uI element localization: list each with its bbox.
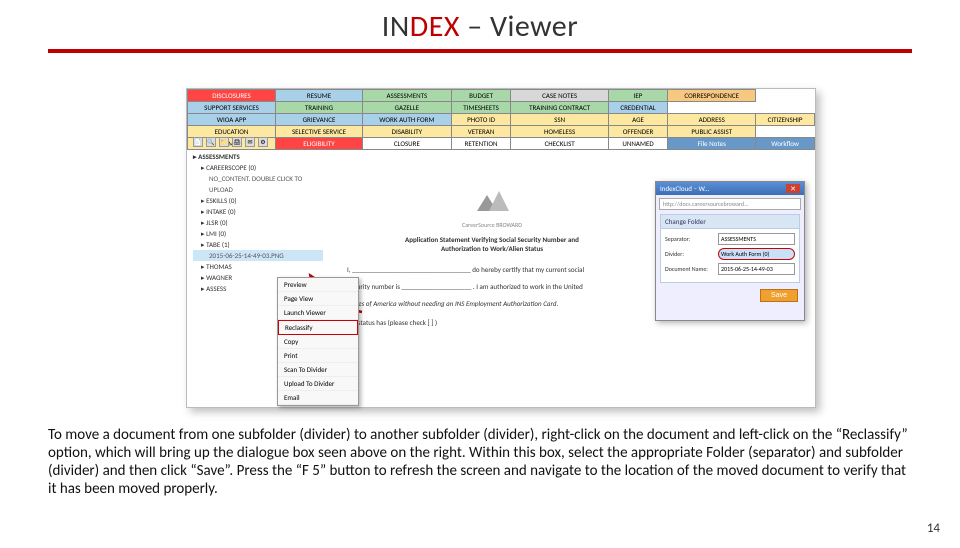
tab-assessments[interactable]: ASSESSMENTS <box>363 90 452 102</box>
app-screenshot: DISCLOSURESRESUMEASSESSMENTSBUDGETCASE N… <box>186 88 816 408</box>
title-viewer: Viewer <box>490 8 578 45</box>
tree-item[interactable]: ▸ TABE (1) <box>193 239 323 250</box>
tab-budget[interactable]: BUDGET <box>451 90 511 102</box>
tab-credential[interactable]: CREDENTIAL <box>608 102 668 114</box>
doc-line: I, __________________________________ do… <box>347 265 637 274</box>
menu-preview[interactable]: Preview <box>278 278 358 292</box>
field-label: Divider: <box>665 250 715 258</box>
field-label: Document Name: <box>665 265 715 273</box>
menu-copy[interactable]: Copy <box>278 335 358 349</box>
tree-sub-item[interactable]: 2015-06-25-14-49-03.PNG <box>193 250 323 261</box>
tab-support-services[interactable]: SUPPORT SERVICES <box>188 102 276 114</box>
tab-public-assist[interactable]: PUBLIC ASSIST <box>668 126 756 138</box>
menu-launch-viewer[interactable]: Launch Viewer <box>278 306 358 320</box>
tree-item[interactable]: ▸ CAREERSCOPE (0) <box>193 162 323 173</box>
tab-case-notes[interactable]: CASE NOTES <box>511 90 608 102</box>
toolbar-icon[interactable]: 📁 <box>219 137 229 147</box>
menu-page-view[interactable]: Page View <box>278 292 358 306</box>
logo-text: CareerSource BROWARD <box>347 221 637 229</box>
toolbar: 📄 🔍 📁 🖨 ✉ ⚙ <box>193 137 393 149</box>
tab-disability[interactable]: DISABILITY <box>363 126 452 138</box>
slide-title: INDEX – Viewer <box>0 8 960 45</box>
instruction-text: To move a document from one subfolder (d… <box>48 426 912 498</box>
toolbar-icon[interactable]: ⚙ <box>258 137 268 147</box>
dialog-url: http://docs.careersourcebroward... <box>659 198 801 210</box>
dialog-title: IndexCloud – W... <box>660 184 709 193</box>
tree-item[interactable]: ▸ INTAKE (0) <box>193 206 323 217</box>
menu-scan-to-divider[interactable]: Scan To Divider <box>278 363 358 377</box>
field-input[interactable]: ASSESSMENTS <box>718 233 795 245</box>
reclassify-dialog: IndexCloud – W... ✕ http://docs.careerso… <box>655 181 805 321</box>
doc-heading-2: Authorization to Work/Alien Status <box>347 244 637 253</box>
close-icon[interactable]: ✕ <box>786 184 800 193</box>
tab-gazelle[interactable]: GAZELLE <box>363 102 452 114</box>
tree-sub-item[interactable]: NO_CONTENT. DOUBLE CLICK TO UPLOAD <box>193 173 323 195</box>
tree-item[interactable]: ▸ JLSR (0) <box>193 217 323 228</box>
tab-training-contract[interactable]: TRAINING CONTRACT <box>511 102 608 114</box>
tab-grievance[interactable]: GRIEVANCE <box>275 114 362 126</box>
tab-address[interactable]: ADDRESS <box>668 114 756 126</box>
context-menu[interactable]: PreviewPage ViewLaunch ViewerReclassifyC… <box>277 277 359 406</box>
title-divider <box>48 49 912 53</box>
menu-upload-to-divider[interactable]: Upload To Divider <box>278 377 358 391</box>
tab-retention[interactable]: RETENTION <box>451 138 511 150</box>
tab-photo-id[interactable]: PHOTO ID <box>451 114 511 126</box>
logo-careersource <box>467 189 517 215</box>
tab-workflow[interactable]: Workflow <box>756 138 815 150</box>
doc-line: Security number is ____________________ … <box>347 282 637 291</box>
tab-citizenship[interactable]: CITIZENSHIP <box>756 114 815 126</box>
tab-disclosures[interactable]: DISCLOSURES <box>188 90 276 102</box>
title-dash: – <box>460 8 490 45</box>
menu-reclassify[interactable]: Reclassify <box>278 320 358 335</box>
field-input[interactable]: Work Auth Form (0) <box>718 248 795 260</box>
dialog-section-title: Change Folder <box>661 215 799 229</box>
menu-email[interactable]: Email <box>278 391 358 405</box>
tab-education[interactable]: EDUCATION <box>188 126 276 138</box>
doc-heading-1: Application Statement Verifying Social S… <box>347 235 637 244</box>
tab-unnamed[interactable]: UNNAMED <box>608 138 668 150</box>
toolbar-icon[interactable]: 📄 <box>193 137 203 147</box>
tree-item[interactable]: ▸ ESKILLS (0) <box>193 195 323 206</box>
tab-resume[interactable]: RESUME <box>275 90 362 102</box>
toolbar-icon[interactable]: ✉ <box>245 137 255 147</box>
tab-homeless[interactable]: HOMELESS <box>511 126 608 138</box>
field-input[interactable]: 2015-06-25-14-49-03 <box>718 263 795 275</box>
tab-selective-service[interactable]: SELECTIVE SERVICE <box>275 126 362 138</box>
title-dex: DEX <box>410 8 460 45</box>
tab-work-auth-form[interactable]: WORK AUTH FORM <box>363 114 452 126</box>
document-preview: CareerSource BROWARD Application Stateme… <box>347 189 637 327</box>
tab-veteran[interactable]: VETERAN <box>451 126 511 138</box>
doc-line: States of America without needing an INS… <box>347 299 637 308</box>
save-button[interactable]: Save <box>760 289 798 302</box>
tab-offender[interactable]: OFFENDER <box>608 126 668 138</box>
doc-line: My status has (please check [ ] ) <box>347 318 637 327</box>
tab-correspondence[interactable]: CORRESPONDENCE <box>668 90 756 102</box>
tab-file-notes[interactable]: File Notes <box>668 138 756 150</box>
toolbar-icon[interactable]: 🔍 <box>206 137 216 147</box>
tab-training[interactable]: TRAINING <box>275 102 362 114</box>
toolbar-icon[interactable]: 🖨 <box>232 137 242 147</box>
dialog-titlebar: IndexCloud – W... ✕ <box>656 182 804 195</box>
page-number: 14 <box>927 521 940 536</box>
tab-wioa-app[interactable]: WIOA APP <box>188 114 276 126</box>
menu-print[interactable]: Print <box>278 349 358 363</box>
tab-checklist[interactable]: CHECKLIST <box>511 138 608 150</box>
tab-timesheets[interactable]: TIMESHEETS <box>451 102 511 114</box>
tree-item[interactable]: ▸ LMI (0) <box>193 228 323 239</box>
tab-iep[interactable]: IEP <box>608 90 668 102</box>
field-label: Separator: <box>665 235 715 243</box>
title-in: IN <box>382 8 410 45</box>
tab-ssn[interactable]: SSN <box>511 114 608 126</box>
tab-age[interactable]: AGE <box>608 114 668 126</box>
